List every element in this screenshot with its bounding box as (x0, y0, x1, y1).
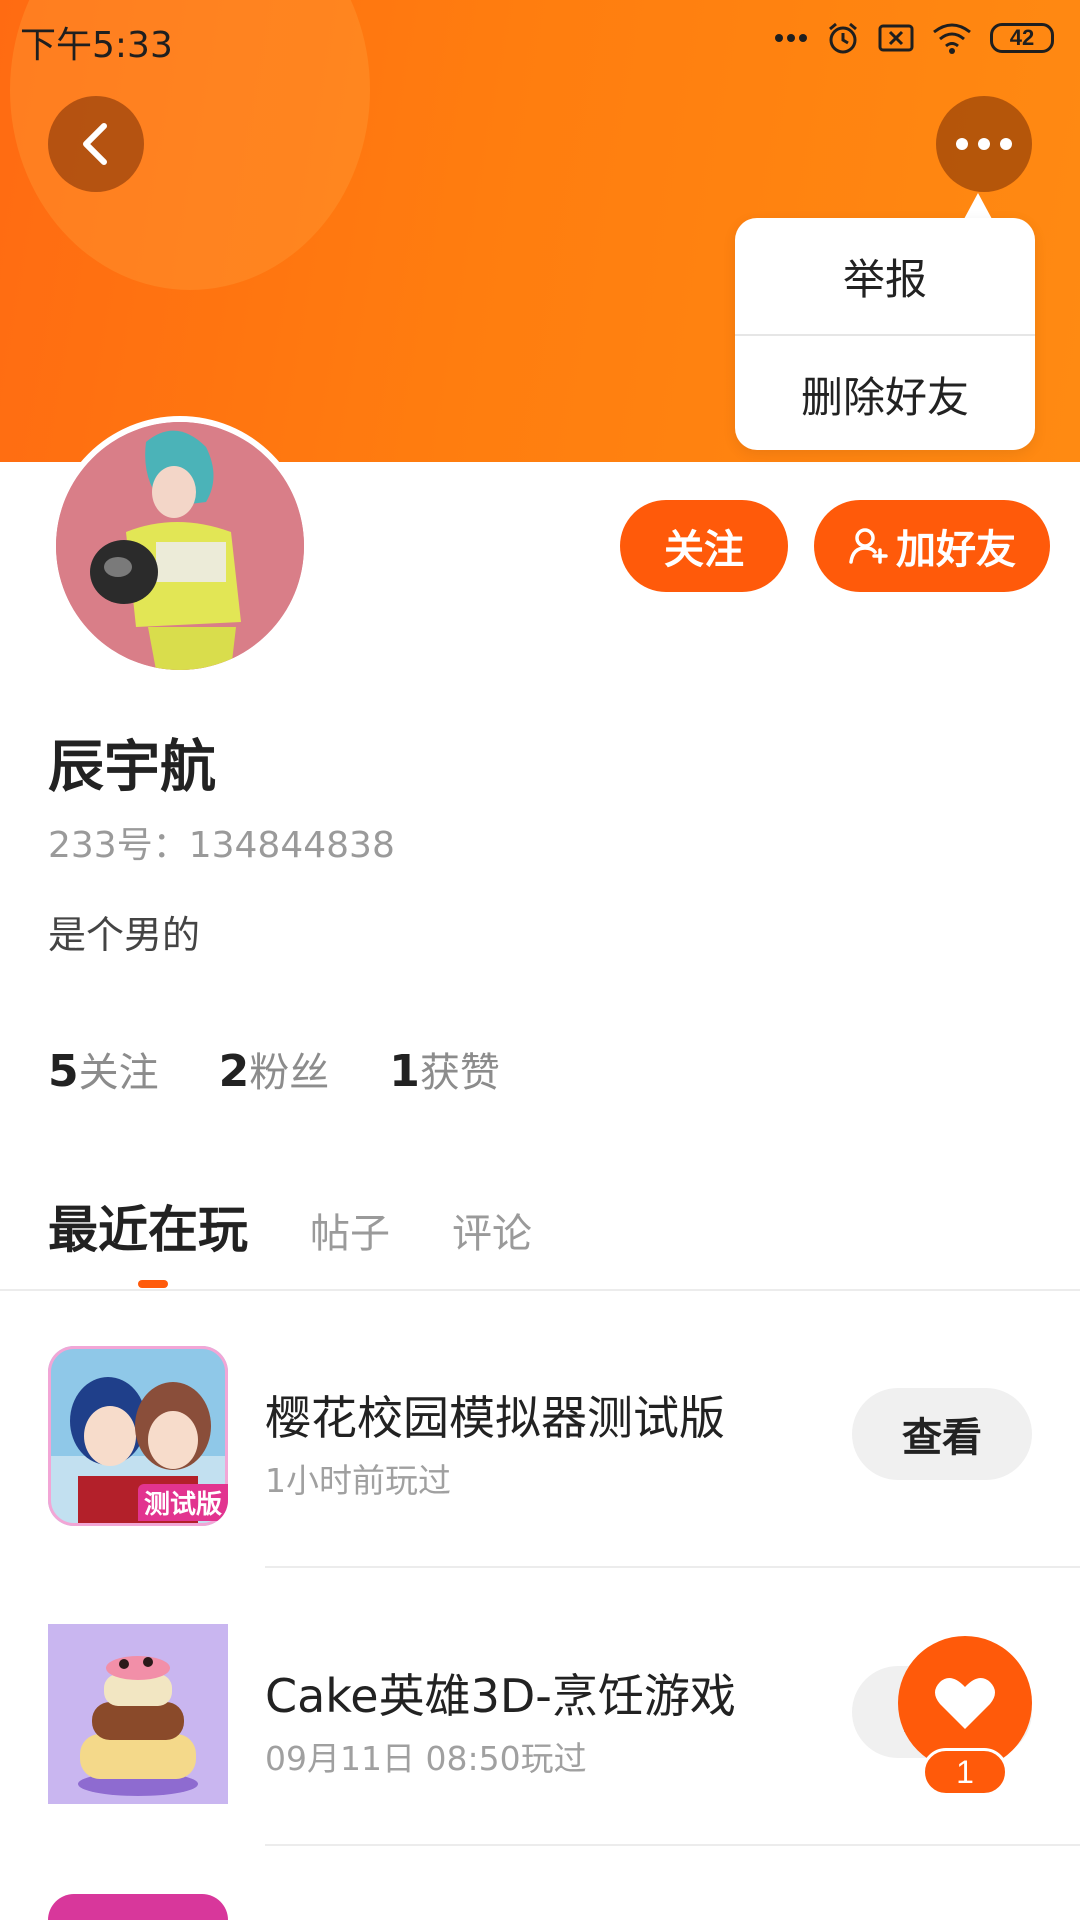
chevron-left-icon (83, 123, 107, 165)
tab-indicator (138, 1280, 168, 1288)
user-name: 辰宇航 (48, 735, 216, 800)
sim-off-icon (878, 24, 914, 52)
like-count-badge: 1 (922, 1748, 1008, 1796)
wifi-icon (933, 23, 971, 54)
status-time: 下午5:33 (20, 25, 173, 66)
tabs-divider (0, 1289, 1080, 1291)
tab-posts[interactable]: 帖子 (310, 1201, 390, 1259)
avatar-illustration (56, 422, 304, 670)
stat-following-label: 关注 (78, 1050, 159, 1096)
stats-bar: 5 关注 2 粉丝 1 获赞 (48, 1040, 500, 1098)
stat-fans-label: 粉丝 (249, 1050, 330, 1096)
view-button[interactable]: 查看 (852, 1388, 1032, 1480)
heart-icon (935, 1678, 995, 1729)
row-divider (265, 1844, 1080, 1846)
game-badge-beta: 测试版 (138, 1484, 228, 1521)
stat-fans[interactable]: 2 粉丝 (219, 1040, 330, 1098)
profile-tabs: 最近在玩 帖子 评论 (48, 1190, 532, 1262)
more-menu-popup: 举报 删除好友 (735, 218, 1035, 450)
game-title: Cake英雄3D-烹饪游戏 (265, 1669, 736, 1723)
tab-comments[interactable]: 评论 (452, 1201, 532, 1259)
menu-item-delete-friend[interactable]: 删除好友 (735, 336, 1035, 452)
game-icon-sakura: 测试版 (48, 1346, 228, 1526)
add-user-icon (849, 528, 888, 564)
popup-arrow (964, 193, 992, 219)
game-title: 樱花校园模拟器测试版 (265, 1391, 725, 1445)
game-icon-cake (48, 1624, 228, 1804)
follow-button[interactable]: 关注 (620, 500, 788, 592)
row-divider (265, 1566, 1080, 1568)
game-played-time: 1小时前玩过 (265, 1461, 451, 1500)
tab-recent-play[interactable]: 最近在玩 (48, 1190, 248, 1262)
add-friend-label: 加好友 (896, 527, 1016, 573)
stat-likes: 1 获赞 (389, 1040, 500, 1098)
add-friend-button[interactable]: 加好友 (814, 500, 1050, 592)
more-dots-icon (956, 138, 1012, 150)
stat-fans-count: 2 (218, 1046, 250, 1097)
menu-item-report[interactable]: 举报 (735, 218, 1035, 334)
stat-likes-count: 1 (389, 1046, 420, 1097)
user-bio: 是个男的 (48, 913, 201, 957)
list-item[interactable]: 测试版 樱花校园模拟器测试版 1小时前玩过 查看 (0, 1346, 1080, 1566)
user-id: 233号：134844838 (48, 825, 395, 866)
status-icons: 42 (774, 18, 1054, 58)
back-button[interactable] (48, 96, 144, 192)
stat-likes-label: 获赞 (419, 1050, 500, 1096)
stat-following[interactable]: 5 关注 (48, 1040, 159, 1098)
status-bar: 下午5:33 42 (0, 0, 1080, 74)
avatar[interactable] (56, 422, 304, 670)
more-notifications-icon (775, 34, 807, 42)
game-icon-partial (48, 1894, 228, 1920)
stat-following-count: 5 (48, 1046, 79, 1097)
more-button[interactable] (936, 96, 1032, 192)
game-played-time: 09月11日 08:50玩过 (265, 1739, 587, 1778)
battery-icon: 42 (990, 23, 1054, 53)
game-icon-cake-art (48, 1624, 228, 1804)
alarm-icon (829, 22, 857, 54)
